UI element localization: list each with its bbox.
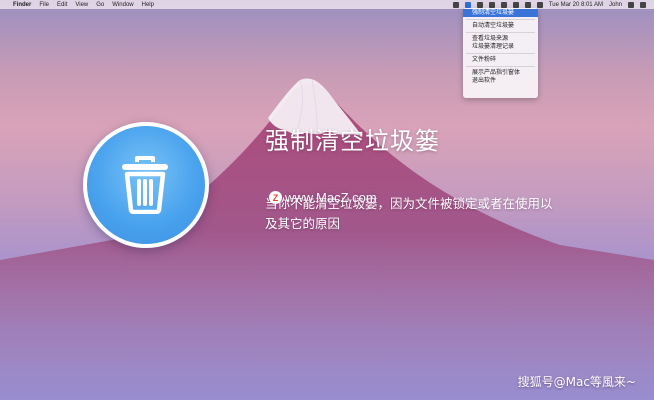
trash-app-dropdown-menu: 强制清空垃圾篓 自动清空垃圾篓 查看垃圾来源 垃圾篓清理记录 文件粉碎 展示产品… [463, 8, 538, 98]
menu-item-show-guide[interactable]: 展示产品指引窗体 [463, 69, 538, 77]
menu-item-clean-history[interactable]: 垃圾篓清理记录 [463, 43, 538, 51]
menu-item-shred-file[interactable]: 文件粉碎 [463, 56, 538, 64]
menu-file[interactable]: File [39, 2, 49, 8]
source-credit: 搜狐号@Mac等風来~ [517, 375, 636, 389]
menu-item-quit[interactable]: 退出软件 [463, 77, 538, 85]
tray-app-icon[interactable] [488, 1, 495, 8]
menu-item-view-source[interactable]: 查看垃圾来源 [463, 35, 538, 43]
menu-separator [466, 32, 535, 33]
trash-tray-icon[interactable] [464, 1, 471, 8]
user-name[interactable]: John [609, 2, 622, 8]
menu-finder[interactable]: Finder [13, 2, 31, 8]
wifi-icon[interactable] [524, 1, 531, 8]
menu-separator [466, 19, 535, 20]
tray-app-icon[interactable] [512, 1, 519, 8]
search-icon[interactable] [628, 1, 634, 8]
clock[interactable]: Tue Mar 20 8:01 AM [549, 2, 603, 8]
watermark-text: www.MacZ.com [285, 190, 377, 205]
trash-icon [122, 156, 168, 214]
tray-app-icon[interactable] [476, 1, 483, 8]
menu-edit[interactable]: Edit [57, 2, 67, 8]
menu-bar: Finder File Edit View Go Window Help Tue… [0, 0, 654, 9]
menu-help[interactable]: Help [142, 2, 154, 8]
menu-item-force-empty[interactable]: 强制清空垃圾篓 [463, 9, 538, 17]
volume-icon[interactable] [536, 1, 543, 8]
menu-item-auto-empty[interactable]: 自动清空垃圾篓 [463, 22, 538, 30]
menu-separator [466, 66, 535, 67]
status-tray: Tue Mar 20 8:01 AM John [452, 1, 646, 8]
menu-window[interactable]: Window [112, 2, 133, 8]
tray-app-icon[interactable] [452, 1, 459, 8]
menu-separator [466, 53, 535, 54]
watermark-logo-icon: Z [269, 191, 282, 204]
tray-app-icon[interactable] [500, 1, 507, 8]
menu-go[interactable]: Go [96, 2, 104, 8]
menu-view[interactable]: View [75, 2, 88, 8]
menu-list-icon[interactable] [640, 1, 646, 8]
feature-title: 强制清空垃圾篓 [265, 127, 440, 155]
